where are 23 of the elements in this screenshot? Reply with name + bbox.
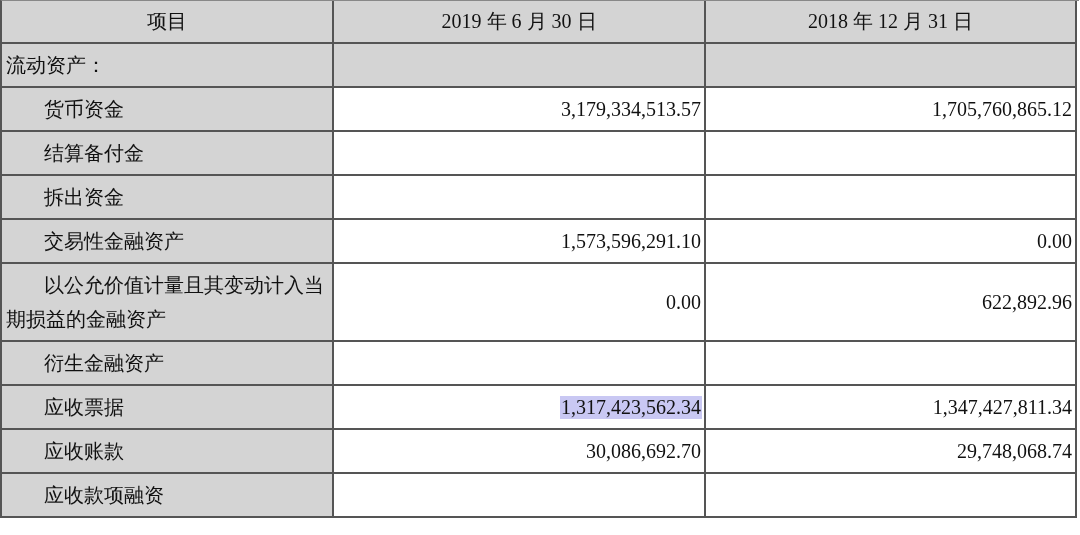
table-cell: 1,573,596,291.10 — [560, 229, 702, 253]
row-label: 应收账款 — [2, 430, 334, 474]
table-cell: 3,179,334,513.57 — [560, 97, 702, 121]
table-cell: 30,086,692.70 — [585, 439, 702, 463]
row-label: 流动资产： — [2, 44, 334, 88]
table-cell: 0.00 — [1036, 229, 1073, 253]
column-header: 项目 — [2, 1, 334, 44]
column-header: 2018 年 12 月 31 日 — [706, 1, 1077, 44]
table-cell: 0.00 — [665, 290, 702, 314]
row-label: 交易性金融资产 — [2, 220, 334, 264]
table-cell: 29,748,068.74 — [956, 439, 1073, 463]
row-label: 以公允价值计量且其变动计入当期损益的金融资产 — [2, 264, 334, 342]
column-header: 2019 年 6 月 30 日 — [334, 1, 706, 44]
table-cell: 622,892.96 — [981, 290, 1073, 314]
table-cell: 1,317,423,562.34 — [560, 395, 702, 419]
row-label: 应收款项融资 — [2, 474, 334, 518]
table-cell: 1,347,427,811.34 — [931, 395, 1073, 419]
row-label: 应收票据 — [2, 386, 334, 430]
row-label: 货币资金 — [2, 88, 334, 132]
table-cell: 1,705,760,865.12 — [931, 97, 1073, 121]
row-label: 衍生金融资产 — [2, 342, 334, 386]
row-label: 结算备付金 — [2, 132, 334, 176]
row-label: 拆出资金 — [2, 176, 334, 220]
